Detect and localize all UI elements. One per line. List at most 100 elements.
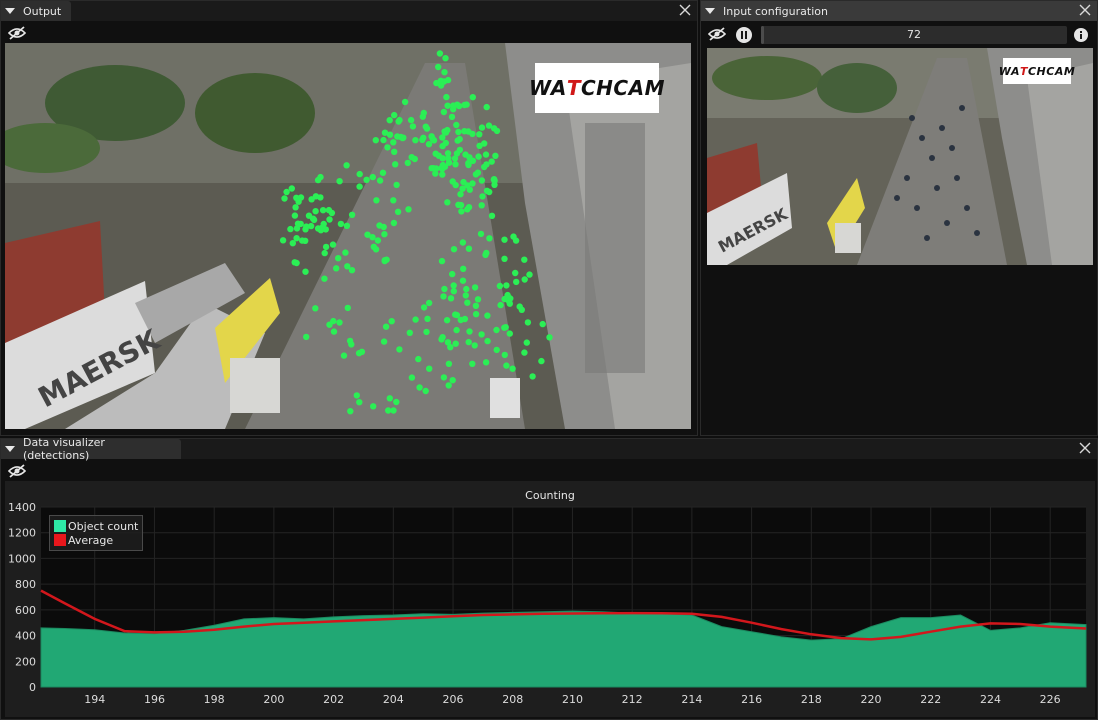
data-visualizer-panel: Data visualizer (detections) Counting 02…: [0, 436, 1098, 720]
detection-dot: [376, 177, 384, 184]
detection-dot: [337, 220, 345, 228]
y-tick-label: 800: [15, 578, 36, 591]
detection-dot: [507, 295, 514, 302]
detection-dot: [456, 102, 463, 110]
detection-dot: [405, 206, 412, 213]
detection-dot: [302, 237, 309, 244]
detection-dot: [478, 124, 486, 131]
pause-icon[interactable]: [735, 26, 753, 44]
detection-dot: [506, 330, 513, 337]
eye-slash-icon[interactable]: [8, 26, 26, 40]
detection-dot: [428, 133, 435, 140]
chart-plot-area[interactable]: 0 200 400 600 800 1000 1200 1400 194 196 198 200 202…: [5, 481, 1095, 717]
info-icon[interactable]: [1073, 27, 1089, 43]
detection-dot: [291, 212, 299, 219]
detection-dot: [307, 222, 315, 230]
detection-dot: [526, 271, 533, 278]
detection-dot: [444, 199, 451, 206]
detection-dot: [501, 236, 508, 243]
detection-dot: [353, 392, 360, 399]
detection-dot: [390, 407, 397, 414]
detection-dot: [450, 288, 457, 295]
detection-dot: [435, 63, 442, 71]
collapse-triangle-icon[interactable]: [5, 446, 15, 452]
detection-dot: [381, 257, 388, 264]
visualizer-tab[interactable]: Data visualizer (detections): [1, 436, 181, 462]
detection-dot: [458, 208, 465, 215]
detection-dot: [443, 317, 451, 324]
detection-dot: [490, 176, 498, 183]
detection-dot: [439, 142, 446, 150]
detection-dot: [422, 123, 429, 130]
close-icon[interactable]: [1077, 2, 1093, 18]
detection-dot: [539, 320, 546, 328]
detection-dot: [318, 224, 326, 231]
x-tick-label: 220: [861, 693, 882, 706]
detection-dot: [502, 324, 509, 331]
detection-dot: [384, 144, 391, 151]
frame-slider[interactable]: 72: [761, 26, 1067, 44]
detection-dot: [321, 249, 328, 257]
detection-dot: [448, 113, 456, 121]
detection-dot: [497, 301, 504, 309]
detection-dot: [356, 170, 363, 178]
detection-dot: [356, 399, 363, 406]
detection-dot: [287, 225, 294, 233]
detection-dot: [391, 148, 398, 155]
detection-dot: [450, 282, 457, 289]
detection-dot: [440, 108, 448, 116]
detection-dot: [441, 69, 448, 76]
close-icon[interactable]: [677, 2, 693, 18]
detection-dot: [465, 338, 472, 346]
detection-dot: [390, 219, 398, 227]
detection-dot: [364, 231, 371, 238]
output-video-frame: MAERSK WA T CHCAM: [5, 43, 691, 429]
detection-dot: [529, 373, 536, 380]
eye-slash-icon[interactable]: [8, 464, 26, 478]
collapse-triangle-icon[interactable]: [5, 8, 15, 14]
detection-dot: [347, 408, 354, 415]
input-tab[interactable]: Input configuration: [701, 1, 838, 21]
detection-dot: [295, 198, 302, 205]
detection-dot: [452, 181, 459, 189]
close-icon[interactable]: [1077, 440, 1093, 456]
collapse-triangle-icon[interactable]: [705, 8, 715, 14]
eye-slash-icon[interactable]: [708, 27, 726, 41]
detection-dot: [386, 395, 393, 402]
detection-dot: [469, 180, 476, 187]
x-tick-label: 222: [920, 693, 941, 706]
detection-dot: [478, 202, 485, 209]
x-tick-label: 212: [622, 693, 643, 706]
watchcam-logo: WA T CHCAM: [529, 63, 664, 113]
detection-dot: [442, 55, 449, 62]
frame-slider-value: 72: [907, 28, 921, 41]
detection-dot: [388, 318, 395, 325]
detection-dot: [441, 163, 449, 170]
logo-text-red: T: [566, 76, 581, 100]
detection-dot: [466, 328, 473, 335]
detection-dot: [460, 265, 467, 272]
detection-dot: [401, 98, 409, 106]
detection-dot: [440, 374, 448, 381]
legend-item-object-count: Object count: [54, 519, 138, 533]
x-tick-label: 196: [144, 693, 165, 706]
detection-dot: [469, 360, 476, 367]
detection-dot: [293, 259, 300, 267]
x-tick-label: 204: [383, 693, 404, 706]
detection-dot: [444, 76, 452, 84]
detection-dot: [484, 312, 491, 319]
counting-chart[interactable]: Counting 0 200 400 600 800 1000 1200 1400 194 196…: [5, 481, 1095, 717]
detection-dot: [288, 185, 295, 192]
detection-dot: [386, 117, 393, 124]
legend-label-average: Average: [68, 533, 114, 547]
detection-dot: [521, 256, 528, 263]
x-tick-label: 226: [1040, 693, 1061, 706]
detection-dot: [328, 209, 336, 217]
detection-dot: [344, 263, 351, 270]
detection-dot: [503, 362, 510, 369]
output-tab[interactable]: Output: [1, 1, 72, 21]
detection-dot: [355, 350, 363, 357]
detection-dot: [326, 216, 333, 223]
detection-dot: [464, 299, 471, 306]
detection-dot: [436, 50, 444, 57]
